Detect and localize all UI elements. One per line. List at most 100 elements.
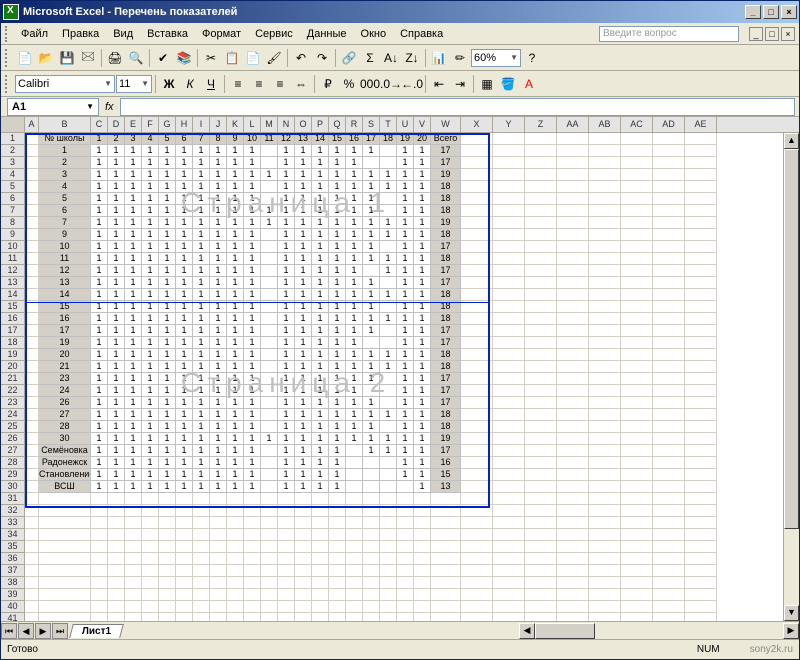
cell[interactable]: 1 <box>346 337 363 349</box>
row-header[interactable]: 17 <box>1 325 25 337</box>
cell[interactable] <box>621 589 653 601</box>
cell[interactable]: 1 <box>176 169 193 181</box>
cell[interactable]: 1 <box>125 385 142 397</box>
cell[interactable]: 1 <box>91 169 108 181</box>
cell[interactable]: 1 <box>176 277 193 289</box>
cell[interactable]: 1 <box>159 289 176 301</box>
cell[interactable] <box>685 133 717 145</box>
cell[interactable]: 1 <box>295 409 312 421</box>
cell[interactable] <box>589 397 621 409</box>
cell[interactable]: 17 <box>431 145 461 157</box>
cell[interactable]: 1 <box>176 157 193 169</box>
cell[interactable] <box>295 577 312 589</box>
cell[interactable] <box>346 577 363 589</box>
row-header[interactable]: 10 <box>1 241 25 253</box>
row-header[interactable]: 41 <box>1 613 25 621</box>
cell[interactable] <box>589 373 621 385</box>
cell[interactable] <box>653 481 685 493</box>
cell[interactable] <box>685 565 717 577</box>
cell[interactable]: 1 <box>278 181 295 193</box>
cell[interactable] <box>525 265 557 277</box>
cell[interactable] <box>589 337 621 349</box>
cell[interactable] <box>461 133 493 145</box>
cell[interactable] <box>397 577 414 589</box>
cell[interactable]: 18 <box>431 313 461 325</box>
cell[interactable] <box>210 529 227 541</box>
cell[interactable] <box>380 529 397 541</box>
cell[interactable] <box>461 229 493 241</box>
cell[interactable] <box>25 289 39 301</box>
cell[interactable] <box>461 553 493 565</box>
help-icon[interactable]: ? <box>522 48 542 68</box>
cell[interactable]: 1 <box>363 277 380 289</box>
cell[interactable]: 1 <box>329 421 346 433</box>
cell[interactable] <box>380 277 397 289</box>
cell[interactable]: 1 <box>227 469 244 481</box>
cell[interactable] <box>108 493 125 505</box>
cell[interactable] <box>589 433 621 445</box>
cell[interactable] <box>91 577 108 589</box>
cell[interactable]: 1 <box>125 241 142 253</box>
cell[interactable] <box>525 145 557 157</box>
cell[interactable] <box>653 241 685 253</box>
cell[interactable] <box>312 589 329 601</box>
bold-icon[interactable]: Ж <box>159 74 179 94</box>
cell[interactable]: 10 <box>39 241 91 253</box>
cell[interactable]: 1 <box>91 217 108 229</box>
cell[interactable]: 17 <box>431 445 461 457</box>
cell[interactable]: 1 <box>329 361 346 373</box>
cell[interactable]: 1 <box>142 433 159 445</box>
cell[interactable]: 1 <box>193 241 210 253</box>
cell[interactable] <box>685 613 717 621</box>
cell[interactable] <box>176 565 193 577</box>
cell[interactable]: 1 <box>176 217 193 229</box>
cell[interactable]: 1 <box>329 301 346 313</box>
cell[interactable]: 1 <box>312 421 329 433</box>
cell[interactable] <box>493 289 525 301</box>
cell[interactable] <box>493 277 525 289</box>
cell[interactable]: 1 <box>397 145 414 157</box>
cell[interactable] <box>461 565 493 577</box>
cell[interactable]: 1 <box>108 253 125 265</box>
cell[interactable]: 1 <box>91 421 108 433</box>
cell[interactable] <box>589 193 621 205</box>
cell[interactable]: 1 <box>193 349 210 361</box>
cell[interactable] <box>685 313 717 325</box>
cell[interactable] <box>261 277 278 289</box>
cell[interactable]: 1 <box>278 313 295 325</box>
cell[interactable]: 1 <box>91 133 108 145</box>
cell[interactable]: 1 <box>244 289 261 301</box>
cell[interactable] <box>653 469 685 481</box>
cell[interactable]: 1 <box>176 181 193 193</box>
cell[interactable] <box>91 505 108 517</box>
cell[interactable]: 1 <box>142 145 159 157</box>
cell[interactable]: 1 <box>210 385 227 397</box>
cell[interactable]: 1 <box>397 217 414 229</box>
cell[interactable]: 1 <box>414 289 431 301</box>
cell[interactable] <box>685 505 717 517</box>
cell[interactable]: 1 <box>159 409 176 421</box>
cell[interactable] <box>25 217 39 229</box>
cell[interactable]: 1 <box>125 457 142 469</box>
col-header[interactable]: U <box>397 117 414 132</box>
cell[interactable]: 1 <box>193 169 210 181</box>
scroll-left-icon[interactable]: ◀ <box>519 623 535 639</box>
cell[interactable]: 1 <box>329 241 346 253</box>
cell[interactable] <box>414 589 431 601</box>
cell[interactable]: 1 <box>108 301 125 313</box>
row-header[interactable]: 15 <box>1 301 25 313</box>
cell[interactable] <box>653 301 685 313</box>
cell[interactable] <box>278 493 295 505</box>
cell[interactable]: 1 <box>159 145 176 157</box>
cell[interactable]: 1 <box>227 193 244 205</box>
cell[interactable]: 1 <box>312 409 329 421</box>
cell[interactable]: 1 <box>329 205 346 217</box>
cell[interactable] <box>25 529 39 541</box>
cell[interactable] <box>653 457 685 469</box>
cell[interactable]: 2 <box>108 133 125 145</box>
cell[interactable] <box>295 517 312 529</box>
cell[interactable]: 1 <box>278 301 295 313</box>
cell[interactable] <box>621 481 653 493</box>
row-header[interactable]: 38 <box>1 577 25 589</box>
cell[interactable] <box>431 577 461 589</box>
